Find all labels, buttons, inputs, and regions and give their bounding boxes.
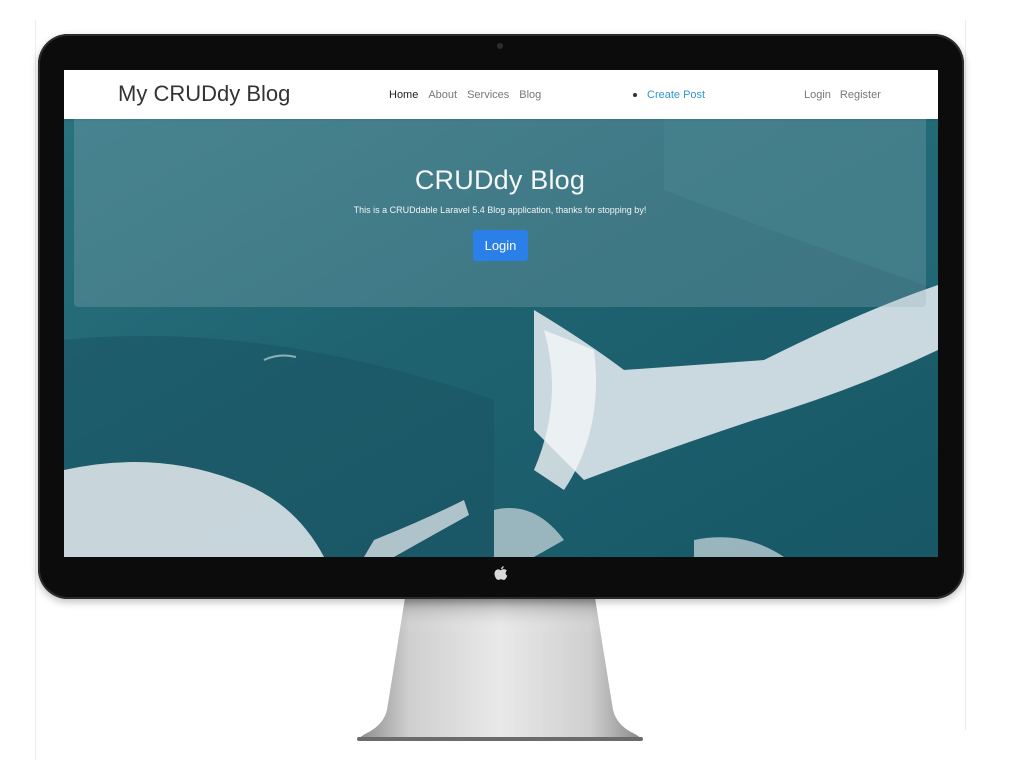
register-link[interactable]: Register [840,89,881,101]
nav-link-home[interactable]: Home [389,89,418,101]
background-line [965,20,966,730]
jumbotron-title: CRUDdy Blog [414,165,586,195]
jumbotron-subtitle: This is a CRUDdable Laravel 5.4 Blog app… [353,205,647,215]
nav-link-about[interactable]: About [428,89,457,101]
jumbotron-login-button[interactable]: Login [473,230,528,261]
camera-dot [497,43,503,49]
brand-link[interactable]: My CRUDdy Blog [118,81,290,107]
nav-links: Home About Services Blog [389,89,541,101]
apple-logo-icon [494,566,508,580]
login-link[interactable]: Login [804,89,831,101]
navbar: My CRUDdy Blog Home About Services Blog … [64,70,938,119]
auth-links: Login Register [804,89,881,101]
list-bullet-icon [633,93,637,97]
monitor-stand [357,598,643,741]
monitor-screen: My CRUDdy Blog Home About Services Blog … [64,70,938,557]
jumbotron: CRUDdy Blog This is a CRUDdable Laravel … [74,119,926,307]
create-post-link[interactable]: Create Post [647,89,705,101]
nav-link-services[interactable]: Services [467,89,509,101]
create-post-item: Create Post [633,89,705,101]
background-line [35,20,36,760]
nav-link-blog[interactable]: Blog [519,89,541,101]
